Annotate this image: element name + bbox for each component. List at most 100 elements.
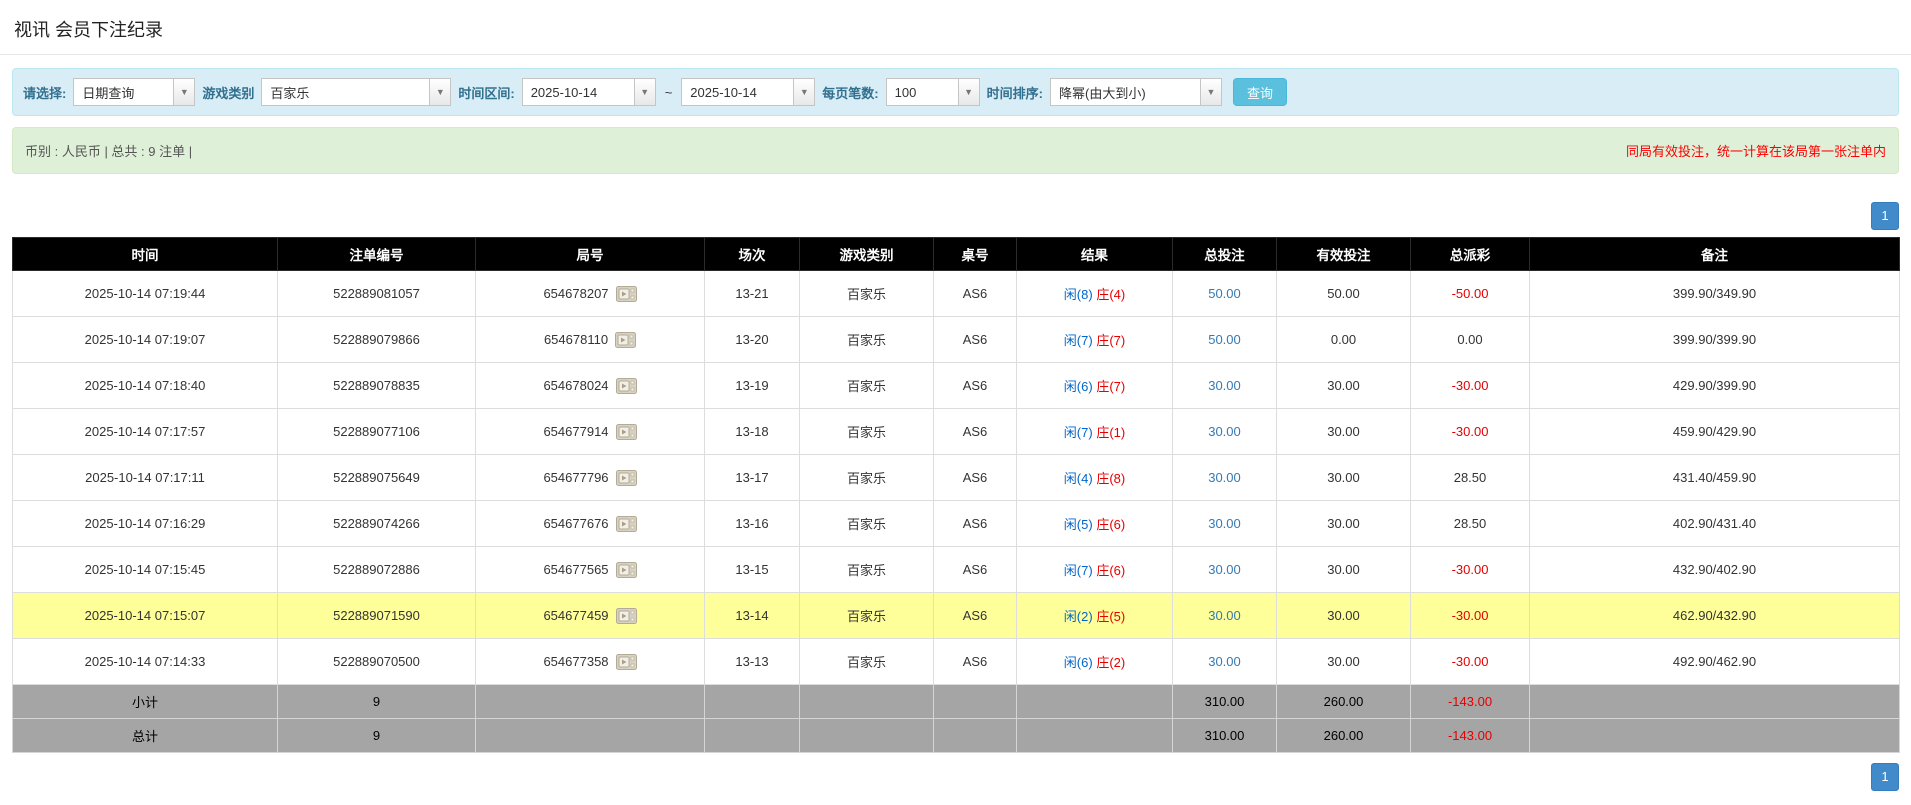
page-size-combobox[interactable]: ▼	[886, 78, 980, 106]
table-number-cell: AS6	[934, 593, 1017, 639]
summary-valid-bet-cell: 260.00	[1277, 685, 1411, 719]
payout-cell: 28.50	[1411, 501, 1530, 547]
page-size-input[interactable]	[886, 78, 958, 106]
page-1-button[interactable]: 1	[1871, 202, 1899, 230]
table-number-cell: AS6	[934, 317, 1017, 363]
result-cell: 闲(7) 庄(6)	[1017, 547, 1173, 593]
total-bet-link[interactable]: 30.00	[1208, 654, 1241, 669]
time-cell: 2025-10-14 07:19:44	[13, 271, 278, 317]
date-separator: ~	[663, 85, 675, 100]
empty-cell	[476, 685, 705, 719]
total-bet-link[interactable]: 30.00	[1208, 562, 1241, 577]
total-bet-link[interactable]: 50.00	[1208, 332, 1241, 347]
bet-id-cell: 522889071590	[278, 593, 476, 639]
note-cell: 432.90/402.90	[1530, 547, 1900, 593]
chevron-down-icon[interactable]: ▼	[634, 78, 656, 106]
column-header: 桌号	[934, 238, 1017, 271]
game-type-combobox[interactable]: ▼	[261, 78, 451, 106]
result-player: 闲(5)	[1064, 517, 1093, 532]
total-bet-cell: 30.00	[1173, 409, 1277, 455]
total-bet-link[interactable]: 50.00	[1208, 286, 1241, 301]
session-cell: 13-20	[705, 317, 800, 363]
video-replay-icon[interactable]	[615, 332, 636, 348]
note-cell: 399.90/399.90	[1530, 317, 1900, 363]
result-player: 闲(7)	[1064, 425, 1093, 440]
result-cell: 闲(5) 庄(6)	[1017, 501, 1173, 547]
table-row: 2025-10-14 07:15:45 522889072886 6546775…	[13, 547, 1900, 593]
game-type-cell: 百家乐	[800, 547, 934, 593]
round-cell: 654677459	[476, 593, 705, 639]
table-row: 2025-10-14 07:15:07 522889071590 6546774…	[13, 593, 1900, 639]
video-replay-icon[interactable]	[616, 424, 637, 440]
video-replay-icon[interactable]	[616, 378, 637, 394]
query-type-combobox[interactable]: ▼	[73, 78, 195, 106]
column-header: 有效投注	[1277, 238, 1411, 271]
total-bet-link[interactable]: 30.00	[1208, 608, 1241, 623]
video-replay-icon[interactable]	[616, 286, 637, 302]
payout-cell: 28.50	[1411, 455, 1530, 501]
table-number-cell: AS6	[934, 501, 1017, 547]
game-type-input[interactable]	[261, 78, 429, 106]
total-bet-link[interactable]: 30.00	[1208, 378, 1241, 393]
result-cell: 闲(2) 庄(5)	[1017, 593, 1173, 639]
round-number: 654677796	[543, 470, 608, 485]
chevron-down-icon[interactable]: ▼	[173, 78, 195, 106]
column-header: 局号	[476, 238, 705, 271]
filter-bar: 请选择: ▼ 游戏类别 ▼ 时间区间: ▼ ~ ▼ 每页笔数: ▼ 时间排序: …	[12, 68, 1899, 116]
chevron-down-icon[interactable]: ▼	[958, 78, 980, 106]
total-bet-link[interactable]: 30.00	[1208, 424, 1241, 439]
valid-bet-cell: 30.00	[1277, 547, 1411, 593]
sort-order-input[interactable]	[1050, 78, 1200, 106]
result-player: 闲(2)	[1064, 609, 1093, 624]
total-bet-link[interactable]: 30.00	[1208, 516, 1241, 531]
table-number-cell: AS6	[934, 455, 1017, 501]
video-replay-icon[interactable]	[616, 470, 637, 486]
game-type-cell: 百家乐	[800, 363, 934, 409]
valid-bet-cell: 30.00	[1277, 501, 1411, 547]
video-replay-icon[interactable]	[616, 608, 637, 624]
date-from-picker[interactable]: ▼	[522, 78, 656, 106]
round-cell: 654677796	[476, 455, 705, 501]
valid-bet-cell: 30.00	[1277, 409, 1411, 455]
valid-bet-cell: 30.00	[1277, 639, 1411, 685]
video-replay-icon[interactable]	[616, 516, 637, 532]
table-row: 2025-10-14 07:14:33 522889070500 6546773…	[13, 639, 1900, 685]
page-title: 视讯 会员下注纪录	[14, 20, 163, 40]
video-replay-icon[interactable]	[616, 654, 637, 670]
summary-count-cell: 9	[278, 719, 476, 753]
date-from-input[interactable]	[522, 78, 634, 106]
result-banker: 庄(2)	[1096, 655, 1125, 670]
query-type-input[interactable]	[73, 78, 173, 106]
note-cell: 462.90/432.90	[1530, 593, 1900, 639]
date-to-picker[interactable]: ▼	[681, 78, 815, 106]
empty-cell	[705, 719, 800, 753]
sort-order-label: 时间排序:	[987, 83, 1043, 102]
result-cell: 闲(7) 庄(1)	[1017, 409, 1173, 455]
summary-count-cell: 9	[278, 685, 476, 719]
table-body: 2025-10-14 07:19:44 522889081057 6546782…	[13, 271, 1900, 685]
column-header: 结果	[1017, 238, 1173, 271]
select-type-label: 请选择:	[23, 83, 66, 102]
bet-id-cell: 522889078835	[278, 363, 476, 409]
date-to-input[interactable]	[681, 78, 793, 106]
sort-order-combobox[interactable]: ▼	[1050, 78, 1222, 106]
bet-id-cell: 522889074266	[278, 501, 476, 547]
total-bet-cell: 30.00	[1173, 639, 1277, 685]
chevron-down-icon[interactable]: ▼	[429, 78, 451, 106]
payout-cell: 0.00	[1411, 317, 1530, 363]
chevron-down-icon[interactable]: ▼	[1200, 78, 1222, 106]
result-banker: 庄(1)	[1096, 425, 1125, 440]
table-number-cell: AS6	[934, 547, 1017, 593]
column-header: 备注	[1530, 238, 1900, 271]
valid-bet-note-text: 同局有效投注，统一计算在该局第一张注单内	[1626, 141, 1886, 160]
round-number: 654678207	[543, 286, 608, 301]
total-bet-link[interactable]: 30.00	[1208, 470, 1241, 485]
result-banker: 庄(6)	[1096, 563, 1125, 578]
result-banker: 庄(4)	[1096, 287, 1125, 302]
chevron-down-icon[interactable]: ▼	[793, 78, 815, 106]
note-cell: 431.40/459.90	[1530, 455, 1900, 501]
video-replay-icon[interactable]	[616, 562, 637, 578]
game-type-cell: 百家乐	[800, 501, 934, 547]
search-button[interactable]: 查询	[1233, 78, 1287, 106]
game-type-cell: 百家乐	[800, 317, 934, 363]
